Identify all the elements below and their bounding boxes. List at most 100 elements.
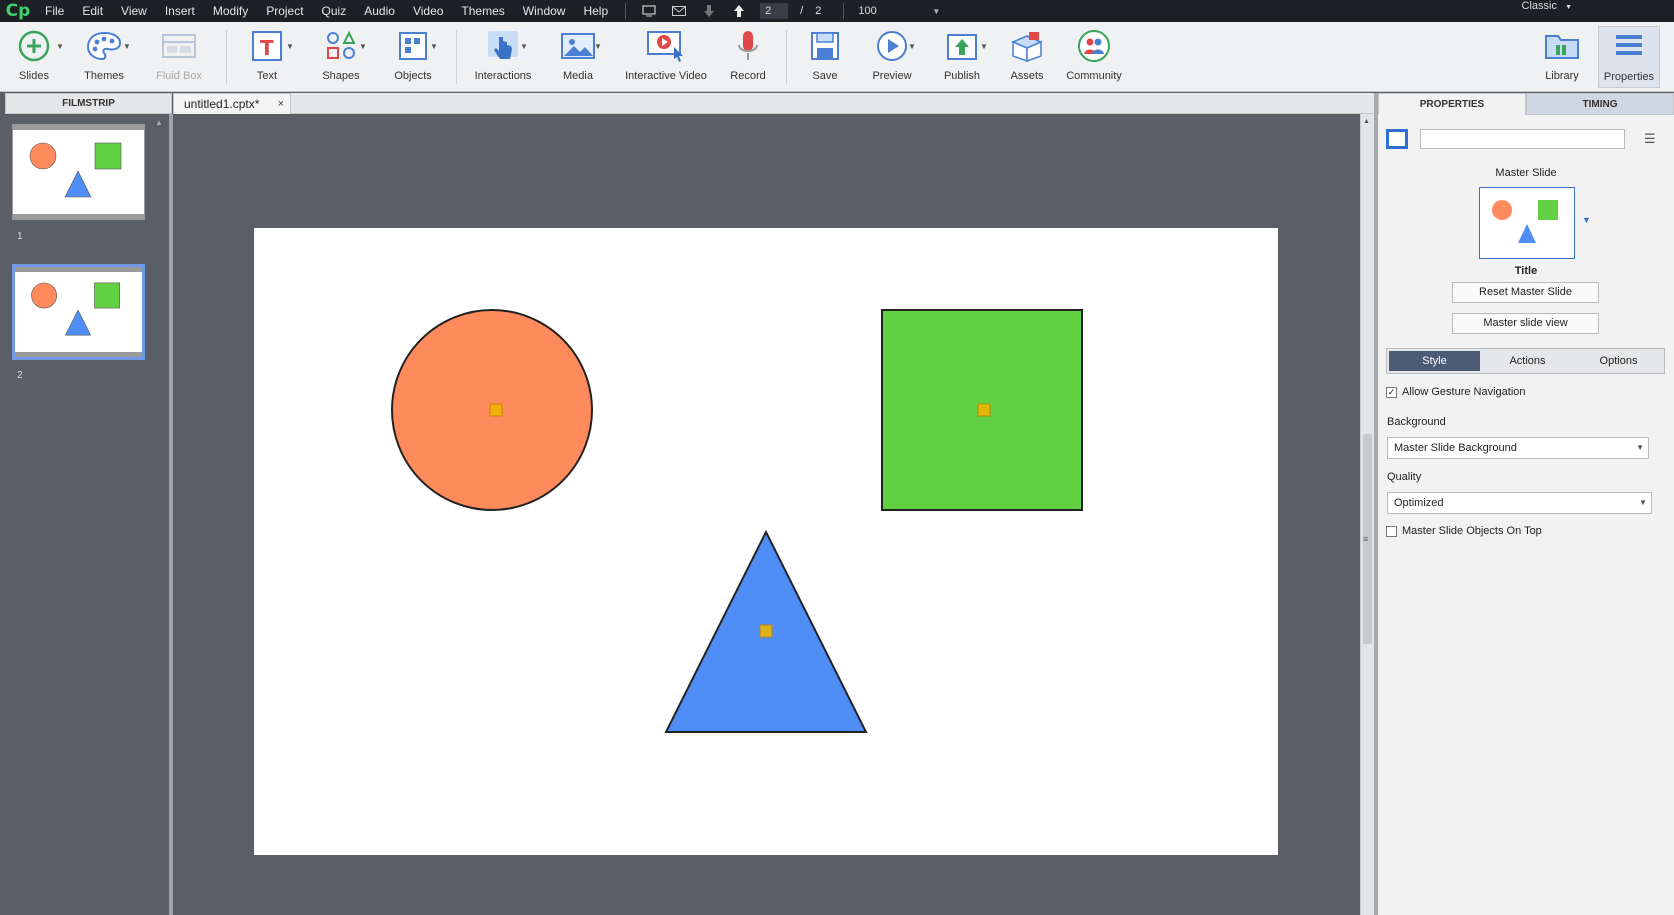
style-actions-options-tabs: Style Actions Options bbox=[1386, 348, 1665, 374]
scroll-up-icon[interactable]: ▲ bbox=[1363, 118, 1370, 125]
chevron-down-icon: ▼ bbox=[123, 42, 131, 51]
filmstrip-panel: 1 2 bbox=[5, 114, 169, 915]
objects-button[interactable]: Objects ▼ bbox=[388, 26, 438, 88]
filmstrip-slide-2[interactable] bbox=[12, 264, 145, 360]
media-label: Media bbox=[563, 70, 593, 82]
master-slide-view-button[interactable]: Master slide view bbox=[1452, 313, 1599, 334]
menu-project[interactable]: Project bbox=[257, 0, 312, 22]
menu-video[interactable]: Video bbox=[404, 0, 452, 22]
assets-button[interactable]: Assets bbox=[1004, 26, 1050, 88]
properties-button[interactable]: Properties bbox=[1598, 26, 1660, 88]
text-label: Text bbox=[256, 70, 278, 82]
interactions-button[interactable]: Interactions ▼ bbox=[470, 26, 536, 88]
community-button[interactable]: Community bbox=[1062, 26, 1126, 88]
menu-separator bbox=[625, 3, 627, 19]
tab-actions[interactable]: Actions bbox=[1482, 349, 1573, 373]
background-label: Background bbox=[1387, 416, 1446, 428]
filmstrip-slide-1[interactable] bbox=[12, 124, 145, 220]
chevron-down-icon: ▼ bbox=[520, 42, 528, 51]
play-icon bbox=[872, 26, 912, 66]
library-button[interactable]: Library bbox=[1540, 26, 1584, 88]
slides-button[interactable]: Slides ▼ bbox=[8, 26, 64, 88]
menu-file[interactable]: File bbox=[36, 0, 73, 22]
menu-insert[interactable]: Insert bbox=[156, 0, 204, 22]
square-handle-icon bbox=[977, 403, 991, 417]
menu-quiz[interactable]: Quiz bbox=[313, 0, 356, 22]
assets-box-icon bbox=[1007, 26, 1047, 66]
scroll-grip-icon: ≡ bbox=[1363, 534, 1369, 544]
fluid-box-button[interactable]: Fluid Box bbox=[150, 26, 208, 88]
menu-edit[interactable]: Edit bbox=[73, 0, 112, 22]
publish-button[interactable]: Publish ▼ bbox=[936, 26, 988, 88]
slide-1-preview bbox=[29, 142, 122, 198]
tab-properties[interactable]: PROPERTIES bbox=[1378, 93, 1526, 115]
menu-help[interactable]: Help bbox=[574, 0, 617, 22]
master-slide-thumbnail[interactable] bbox=[1479, 187, 1575, 259]
workspace-switcher[interactable]: Classic ▼ bbox=[1522, 0, 1572, 22]
chevron-down-icon: ▼ bbox=[980, 42, 988, 51]
save-button[interactable]: Save bbox=[801, 26, 849, 88]
master-slide-objects-on-top-label: Master Slide Objects On Top bbox=[1402, 525, 1542, 537]
hand-pointer-icon bbox=[483, 26, 523, 66]
panel-menu-icon[interactable]: ☰ bbox=[1644, 131, 1656, 147]
chevron-down-icon: ▼ bbox=[1636, 443, 1644, 452]
media-button[interactable]: Media ▼ bbox=[552, 26, 604, 88]
close-icon[interactable]: × bbox=[278, 94, 284, 114]
themes-button[interactable]: Themes ▼ bbox=[76, 26, 132, 88]
zoom-select[interactable]: 100 bbox=[852, 3, 922, 19]
interactions-label: Interactions bbox=[474, 70, 532, 82]
slide-name-input[interactable] bbox=[1420, 129, 1625, 149]
menu-themes[interactable]: Themes bbox=[452, 0, 513, 22]
slide-separator: / bbox=[800, 5, 804, 17]
shapes-label: Shapes bbox=[322, 70, 360, 82]
tab-options[interactable]: Options bbox=[1573, 349, 1664, 373]
quality-select[interactable]: Optimized ▼ bbox=[1387, 492, 1652, 514]
master-slide-preview bbox=[1492, 200, 1558, 243]
master-slide-heading: Master Slide bbox=[1495, 167, 1557, 179]
arrow-up-icon[interactable] bbox=[730, 2, 748, 20]
text-icon: T bbox=[247, 26, 287, 66]
screen-icon[interactable] bbox=[640, 2, 658, 20]
mail-icon[interactable] bbox=[670, 2, 688, 20]
chevron-down-icon: ▼ bbox=[908, 42, 916, 51]
slide-stage[interactable] bbox=[254, 228, 1278, 855]
svg-text:T: T bbox=[260, 36, 274, 60]
thumb-bottom-bar bbox=[13, 214, 144, 219]
library-icon bbox=[1542, 26, 1582, 66]
tab-style[interactable]: Style bbox=[1389, 351, 1480, 371]
preview-button[interactable]: Preview ▼ bbox=[866, 26, 918, 88]
tab-timing[interactable]: TIMING bbox=[1526, 93, 1674, 115]
chevron-down-icon: ▼ bbox=[286, 42, 294, 51]
objects-icon bbox=[393, 26, 433, 66]
current-slide-input[interactable]: 2 bbox=[760, 3, 789, 19]
microphone-icon bbox=[728, 26, 768, 66]
stage-vertical-scrollbar[interactable]: ▲ ≡ bbox=[1360, 114, 1374, 915]
background-select[interactable]: Master Slide Background ▼ bbox=[1387, 437, 1649, 459]
properties-panel: PROPERTIES TIMING ☰ Master Slide ▼ Title… bbox=[1378, 93, 1674, 915]
menu-view[interactable]: View bbox=[112, 0, 156, 22]
master-slide-objects-on-top-checkbox[interactable] bbox=[1386, 526, 1397, 537]
text-button[interactable]: T Text ▼ bbox=[242, 26, 294, 88]
reset-master-slide-button[interactable]: Reset Master Slide bbox=[1452, 282, 1599, 303]
interactive-video-label: Interactive Video bbox=[625, 70, 707, 82]
shapes-button[interactable]: Shapes ▼ bbox=[315, 26, 367, 88]
filmstrip-scroll-up-icon[interactable]: ▲ bbox=[155, 118, 163, 128]
arrow-down-icon[interactable] bbox=[700, 2, 718, 20]
zoom-chevron-down-icon[interactable]: ▼ bbox=[932, 7, 940, 16]
menu-modify[interactable]: Modify bbox=[204, 0, 257, 22]
slide-2-preview bbox=[31, 282, 120, 336]
allow-gesture-navigation-checkbox[interactable]: ✓ bbox=[1386, 387, 1397, 398]
document-tab[interactable]: untitled1.cptx* × bbox=[173, 93, 291, 114]
properties-list-icon bbox=[1609, 27, 1649, 67]
record-button[interactable]: Record bbox=[723, 26, 773, 88]
palette-icon bbox=[84, 26, 124, 66]
interactive-video-button[interactable]: Interactive Video bbox=[619, 26, 713, 88]
tab-strip bbox=[291, 93, 1375, 114]
themes-label: Themes bbox=[84, 70, 124, 82]
menu-window[interactable]: Window bbox=[514, 0, 575, 22]
properties-tabs: PROPERTIES TIMING bbox=[1378, 93, 1674, 115]
slide-type-icon bbox=[1386, 129, 1408, 149]
menu-audio[interactable]: Audio bbox=[355, 0, 404, 22]
master-slide-chevron-down-icon[interactable]: ▼ bbox=[1582, 215, 1591, 225]
library-label: Library bbox=[1545, 70, 1579, 82]
